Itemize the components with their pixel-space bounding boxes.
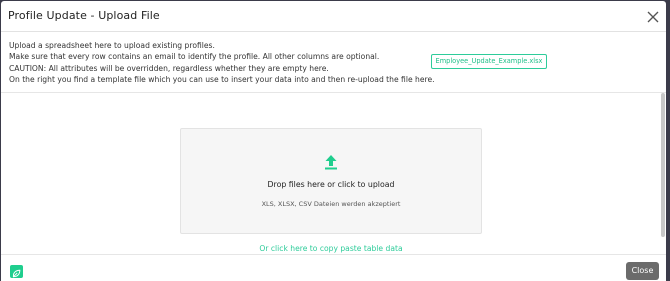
modal-title: Profile Update - Upload File: [8, 9, 160, 22]
upload-icon: [324, 154, 338, 170]
leaf-icon[interactable]: [10, 265, 23, 278]
instruction-line: Upload a spreadsheet here to upload exis…: [9, 41, 215, 50]
close-icon[interactable]: [646, 9, 660, 23]
close-button[interactable]: Close: [626, 262, 659, 280]
dropzone-subtitle: XLS, XLSX, CSV Dateien werden akzeptiert: [261, 200, 401, 208]
modal-footer: Close: [1, 254, 666, 281]
instruction-line: CAUTION: All attributes will be overridd…: [9, 63, 329, 73]
instructions: Upload a spreadsheet here to upload exis…: [9, 40, 435, 85]
modal-header: Profile Update - Upload File: [1, 1, 666, 32]
scrollbar[interactable]: [661, 93, 665, 237]
instruction-line: On the right you find a template file wh…: [9, 74, 435, 84]
template-file-link[interactable]: Employee_Update_Example.xlsx: [431, 54, 547, 69]
upload-modal: Profile Update - Upload File Upload a sp…: [1, 1, 666, 281]
info-section: Upload a spreadsheet here to upload exis…: [1, 32, 666, 93]
paste-table-link[interactable]: Or click here to copy paste table data: [1, 244, 661, 253]
instruction-line: Make sure that every row contains an ema…: [9, 52, 380, 62]
dropzone-title: Drop files here or click to upload: [267, 180, 395, 189]
file-dropzone[interactable]: Drop files here or click to upload XLS, …: [180, 128, 482, 234]
